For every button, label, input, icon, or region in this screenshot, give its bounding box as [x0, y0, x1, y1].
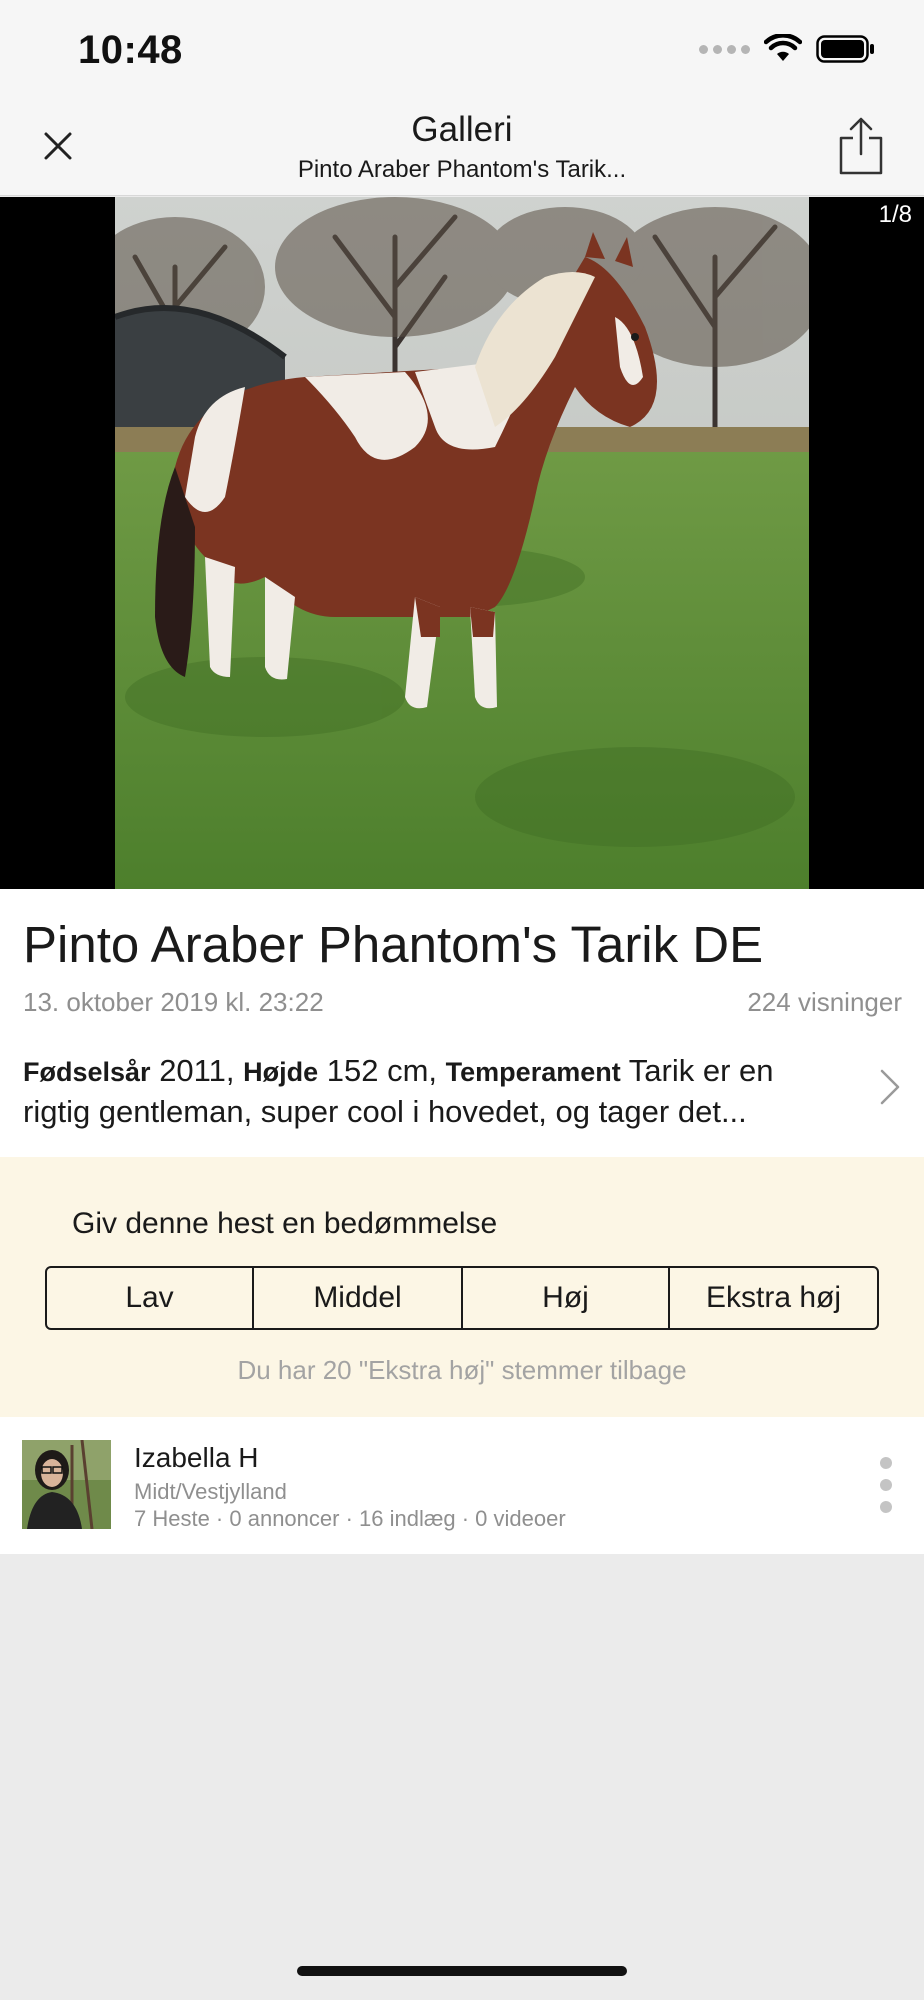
rating-low-button[interactable]: Lav — [47, 1268, 252, 1328]
cellular-signal-icon — [699, 44, 750, 54]
remaining-votes-note: Du har 20 "Ekstra høj" stemmer tilbage — [237, 1355, 687, 1385]
rating-segmented-control: Lav Middel Høj Ekstra høj — [45, 1266, 879, 1330]
height-value: 152 cm — [326, 1053, 429, 1088]
rating-heading: Giv denne hest en bedømmelse — [72, 1207, 498, 1240]
chevron-right-icon[interactable] — [878, 1067, 902, 1107]
owner-row[interactable]: Izabella H Midt/Vestjylland 7 Heste · 0 … — [0, 1417, 924, 1554]
status-icons — [699, 34, 876, 64]
description-line-2: rigtig gentleman, super cool i hovedet, … — [23, 1094, 747, 1129]
birth-year-label: Fødselsår — [23, 1057, 151, 1087]
wifi-icon — [764, 34, 802, 61]
battery-icon — [816, 35, 874, 63]
photo-counter: 1/8 — [878, 201, 912, 228]
temperament-label: Temperament — [445, 1057, 621, 1087]
status-bar: 10:48 — [0, 0, 924, 98]
horse-image — [115, 197, 809, 889]
temperament-value: Tarik er en — [628, 1053, 774, 1088]
separator: , — [428, 1053, 438, 1088]
owner-stats: 7 Heste · 0 annoncer · 16 indlæg · 0 vid… — [134, 1506, 566, 1531]
birth-year-value: 2011 — [159, 1053, 226, 1088]
horse-photo[interactable] — [115, 197, 809, 889]
rating-medium-button[interactable]: Middel — [252, 1268, 461, 1328]
height-label: Højde — [243, 1057, 319, 1087]
status-time: 10:48 — [78, 28, 183, 72]
share-icon[interactable] — [838, 116, 884, 176]
rating-extra-high-button[interactable]: Ekstra høj — [668, 1268, 877, 1328]
avatar[interactable] — [22, 1440, 111, 1529]
post-date: 13. oktober 2019 kl. 23:22 — [23, 987, 324, 1017]
nav-title: Galleri — [411, 110, 513, 149]
horse-description[interactable]: Fødselsår 2011, Højde 152 cm, Temperamen… — [23, 1051, 863, 1132]
owner-name: Izabella H — [134, 1442, 259, 1473]
home-indicator[interactable] — [297, 1966, 627, 1976]
horse-info: Pinto Araber Phantom's Tarik DE 13. okto… — [0, 889, 924, 1157]
nav-subtitle: Pinto Araber Phantom's Tarik... — [297, 156, 627, 183]
view-count: 224 visninger — [747, 987, 902, 1017]
separator: , — [225, 1053, 235, 1088]
rating-section: Giv denne hest en bedømmelse Lav Middel … — [0, 1157, 924, 1417]
owner-region: Midt/Vestjylland — [134, 1479, 287, 1504]
more-options-icon[interactable] — [878, 1457, 894, 1513]
nav-bar: Galleri Pinto Araber Phantom's Tarik... — [0, 98, 924, 196]
photo-viewer[interactable]: 1/8 — [0, 197, 924, 889]
rating-high-button[interactable]: Høj — [461, 1268, 668, 1328]
horse-title: Pinto Araber Phantom's Tarik DE — [23, 916, 764, 973]
description-line-1: Fødselsår 2011, Højde 152 cm, Temperamen… — [23, 1051, 863, 1092]
